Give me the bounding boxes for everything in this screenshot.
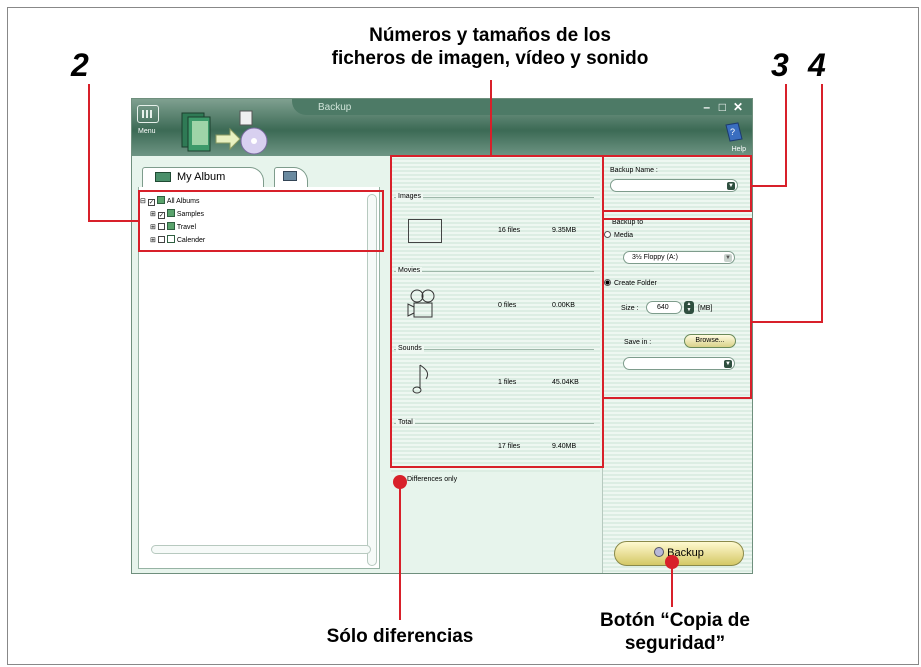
maximize-icon[interactable]: □ [719, 100, 726, 114]
backup-caption-line2: seguridad” [624, 633, 726, 654]
menu-label: Menu [138, 128, 156, 135]
leader-line-3 [785, 84, 787, 187]
album-icon [155, 172, 171, 182]
tab-my-album-label: My Album [177, 171, 226, 183]
leader-line-differences [399, 482, 401, 620]
leader-line-4 [752, 321, 823, 323]
files-caption-line1: Números y tamaños de los [369, 25, 611, 46]
backup-marker [665, 555, 679, 569]
backup-button[interactable]: Backup [614, 541, 744, 566]
tab-my-album[interactable]: My Album [142, 167, 264, 187]
menu-button[interactable] [137, 105, 159, 123]
leader-line-2 [88, 84, 90, 221]
callout-2: 2 [71, 47, 89, 83]
disc-icon [654, 547, 665, 557]
files-caption: Números y tamaños de los ficheros de ima… [300, 24, 680, 70]
callout-4: 4 [808, 47, 826, 83]
differences-marker [393, 475, 407, 489]
title-bar: Backup – □ ✕ Menu ? Help [132, 99, 752, 156]
leader-line-3 [752, 185, 787, 187]
differences-only-label: Differences only [407, 476, 458, 483]
backup-caption: Botón “Copia de seguridad” [570, 609, 780, 655]
album-tabs: My Album [138, 161, 380, 187]
svg-text:?: ? [730, 127, 735, 137]
backup-caption-line1: Botón “Copia de [600, 610, 750, 631]
leader-line-files [490, 80, 492, 156]
horizontal-scrollbar[interactable] [151, 545, 371, 554]
files-caption-line2: ficheros de imagen, vídeo y sonido [331, 48, 649, 69]
summary-footer [391, 472, 600, 573]
tab-media[interactable] [274, 167, 308, 187]
differences-caption: Sólo diferencias [326, 626, 474, 647]
close-icon[interactable]: ✕ [733, 100, 743, 114]
backup-name-highlight [602, 155, 752, 212]
backup-to-highlight [602, 218, 752, 399]
media-icon [283, 171, 297, 181]
leader-line-2 [88, 220, 139, 222]
callout-3: 3 [771, 47, 789, 83]
backup-logo-icon [181, 110, 268, 155]
album-tree-highlight [138, 190, 384, 252]
leader-line-4 [821, 84, 823, 323]
help-icon[interactable]: ? [724, 121, 744, 143]
summary-highlight [390, 155, 604, 468]
help-label[interactable]: Help [732, 146, 746, 153]
window-title: Backup [318, 102, 352, 113]
minimize-icon[interactable]: – [703, 100, 710, 114]
